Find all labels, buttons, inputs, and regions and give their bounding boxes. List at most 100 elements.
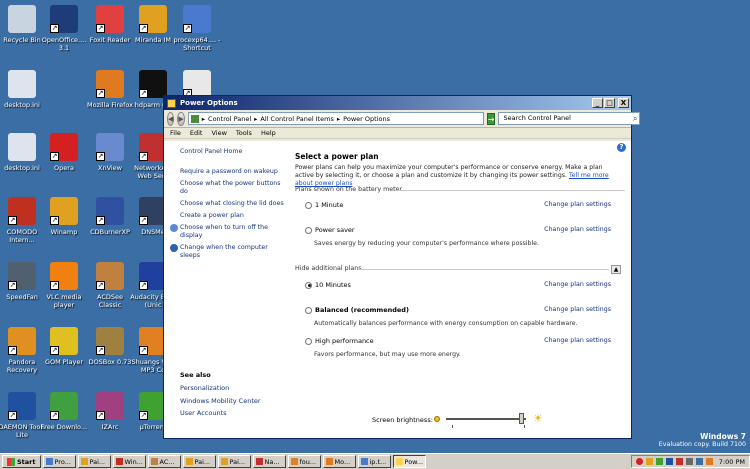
clock[interactable]: 7:00 PM bbox=[719, 458, 745, 466]
page-description: Power plans can help you maximize your c… bbox=[295, 164, 613, 188]
desktop-icon-foxit[interactable]: ↗ Foxit Reader bbox=[86, 5, 134, 44]
change-plan-settings-link[interactable]: Change plan settings bbox=[544, 226, 611, 233]
hide-additional-plans-heading[interactable]: Hide additional plans bbox=[295, 265, 362, 272]
plan-option[interactable]: 1 Minute bbox=[305, 201, 343, 209]
plan-radio[interactable] bbox=[305, 306, 312, 314]
taskbar-button[interactable]: Pai... bbox=[182, 455, 216, 468]
minimize-button[interactable]: _ bbox=[592, 98, 603, 108]
change-plan-settings-link[interactable]: Change plan settings bbox=[544, 306, 611, 313]
title-bar[interactable]: Power Options _ □ X bbox=[164, 96, 631, 110]
opera-icon: ↗ bbox=[50, 133, 78, 161]
battery-tray-icon[interactable] bbox=[705, 458, 713, 465]
maximize-button[interactable]: □ bbox=[604, 98, 615, 108]
link-closing-lid[interactable]: Choose what closing the lid does bbox=[180, 200, 288, 208]
desktop-icon-openoffice[interactable]: ↗ OpenOffice.... 3.1 bbox=[40, 5, 88, 52]
desktop-icon-label: Miranda IM bbox=[135, 36, 171, 44]
menu-file[interactable]: File bbox=[170, 128, 181, 138]
desktop-icon-miranda[interactable]: ↗ Miranda IM bbox=[129, 5, 177, 44]
desktop-icon-firefox[interactable]: ↗ Mozilla Firefox bbox=[86, 70, 134, 109]
volume-tray-icon[interactable] bbox=[695, 458, 703, 465]
link-user-accounts[interactable]: User Accounts bbox=[180, 409, 261, 417]
taskbar-button[interactable]: fou... bbox=[287, 455, 321, 468]
address-bar[interactable]: ▸ Control Panel ▸ All Control Panel Item… bbox=[187, 112, 484, 125]
link-computer-sleeps[interactable]: Change when the computer sleeps bbox=[170, 244, 288, 260]
desktop-icon-process-explorer[interactable]: ↗ procexp64.... - Shortcut bbox=[173, 5, 221, 52]
link-mobility-center[interactable]: Windows Mobility Center bbox=[180, 397, 261, 405]
desktop-icon-ini-file[interactable]: desktop.ini bbox=[0, 70, 46, 109]
plan-radio[interactable] bbox=[305, 201, 312, 209]
taskbar-button[interactable]: Pro... bbox=[42, 455, 76, 468]
menu-tools[interactable]: Tools bbox=[236, 128, 252, 138]
desktop-icon-opera[interactable]: ↗ Opera bbox=[40, 133, 88, 172]
breadcrumb-sep-2: ▸ bbox=[336, 114, 341, 123]
desktop-icon-vlc[interactable]: ↗ VLC media player bbox=[40, 262, 88, 309]
desktop-icon-cdburner[interactable]: ↗ CDBurnerXP bbox=[86, 197, 134, 236]
breadcrumb-all-items[interactable]: All Control Panel Items bbox=[260, 115, 333, 123]
daemon-tray-icon[interactable] bbox=[665, 458, 673, 465]
brightness-slider-thumb[interactable] bbox=[519, 413, 524, 424]
plan-radio[interactable] bbox=[305, 337, 312, 345]
display-icon bbox=[170, 224, 178, 232]
desktop-icon-acdsee[interactable]: ↗ ACDSee Classic bbox=[86, 262, 134, 309]
control-panel-home-link[interactable]: Control Panel Home bbox=[180, 148, 288, 156]
antivirus-tray-icon[interactable] bbox=[675, 458, 683, 465]
opera-tray-icon[interactable] bbox=[635, 458, 643, 465]
link-turn-off-display[interactable]: Choose when to turn off the display bbox=[170, 224, 288, 240]
go-arrow-icon[interactable]: → bbox=[486, 112, 496, 125]
shortcut-arrow-icon: ↗ bbox=[183, 24, 192, 33]
plan-radio[interactable] bbox=[305, 281, 312, 289]
taskbar-button[interactable]: Win... bbox=[112, 455, 146, 468]
shortcut-arrow-icon: ↗ bbox=[8, 216, 17, 225]
change-plan-settings-link[interactable]: Change plan settings bbox=[544, 281, 611, 288]
menu-view[interactable]: View bbox=[211, 128, 226, 138]
change-plan-settings-link[interactable]: Change plan settings bbox=[544, 337, 611, 344]
desktop-icon-izarc[interactable]: ↗ IZArc bbox=[86, 392, 134, 431]
menu-help[interactable]: Help bbox=[261, 128, 276, 138]
link-power-buttons[interactable]: Choose what the power buttons do bbox=[180, 180, 288, 196]
taskbar-button[interactable]: Na... bbox=[252, 455, 286, 468]
miranda-icon: ↗ bbox=[139, 5, 167, 33]
breadcrumb-control-panel[interactable]: Control Panel bbox=[208, 115, 251, 123]
plan-option[interactable]: High performance bbox=[305, 337, 374, 345]
desktop-icon-free-download[interactable]: ↗ Free Downlo... bbox=[40, 392, 88, 431]
taskbar-button[interactable]: Mo... bbox=[322, 455, 356, 468]
desktop-icon-winamp[interactable]: ↗ Winamp bbox=[40, 197, 88, 236]
link-computer-sleeps-label: Change when the computer sleeps bbox=[180, 244, 268, 259]
link-create-plan[interactable]: Create a power plan bbox=[180, 212, 288, 220]
brightness-slider-track[interactable] bbox=[446, 418, 526, 420]
back-button[interactable]: ◀ bbox=[167, 111, 175, 126]
search-input[interactable]: Search Control Panel ⌕ bbox=[498, 112, 641, 125]
forward-button[interactable]: ▶ bbox=[177, 111, 185, 126]
link-personalization[interactable]: Personalization bbox=[180, 384, 261, 392]
plan-option[interactable]: Balanced (recommended) bbox=[305, 306, 409, 314]
taskbar-button[interactable]: Pow... bbox=[392, 455, 426, 468]
utorrent-tray-icon[interactable] bbox=[655, 458, 663, 465]
control-panel-icon bbox=[190, 114, 199, 123]
taskbar-button[interactable]: ip.t... bbox=[357, 455, 391, 468]
tray-icon[interactable] bbox=[645, 458, 653, 465]
link-require-password[interactable]: Require a password on wakeup bbox=[180, 168, 288, 176]
desktop-icon-dosbox[interactable]: ↗ DOSBox 0.73 bbox=[86, 327, 134, 366]
taskbar-button[interactable]: AC... bbox=[147, 455, 181, 468]
plan-radio[interactable] bbox=[305, 226, 312, 234]
shortcut-arrow-icon: ↗ bbox=[8, 281, 17, 290]
close-button[interactable]: X bbox=[618, 98, 629, 108]
file-icon: ↗ bbox=[183, 70, 211, 98]
menu-edit[interactable]: Edit bbox=[190, 128, 203, 138]
desktop-icon-xnview[interactable]: ↗ XnView bbox=[86, 133, 134, 172]
plan-option[interactable]: 10 Minutes bbox=[305, 281, 351, 289]
desktop-icon-gom[interactable]: ↗ GOM Player bbox=[40, 327, 88, 366]
collapse-arrow-icon[interactable]: ▲ bbox=[611, 265, 621, 274]
desktop-icon-label: DOSBox 0.73 bbox=[88, 358, 132, 366]
change-plan-settings-link[interactable]: Change plan settings bbox=[544, 201, 611, 208]
taskbar-button[interactable]: Pai... bbox=[77, 455, 111, 468]
taskbar-app-icon bbox=[325, 458, 333, 465]
search-icon[interactable]: ⌕ bbox=[633, 114, 637, 123]
taskbar-button[interactable]: Pai... bbox=[217, 455, 251, 468]
breadcrumb-power-options[interactable]: Power Options bbox=[343, 115, 390, 123]
network-tray-icon[interactable] bbox=[685, 458, 693, 465]
power-options-window: Power Options _ □ X ◀ ▶ ▸ Control Panel … bbox=[163, 95, 641, 439]
plan-option[interactable]: Power saver bbox=[305, 226, 355, 234]
breadcrumb-sep-0: ▸ bbox=[201, 114, 206, 123]
start-button[interactable]: Start bbox=[2, 455, 41, 468]
